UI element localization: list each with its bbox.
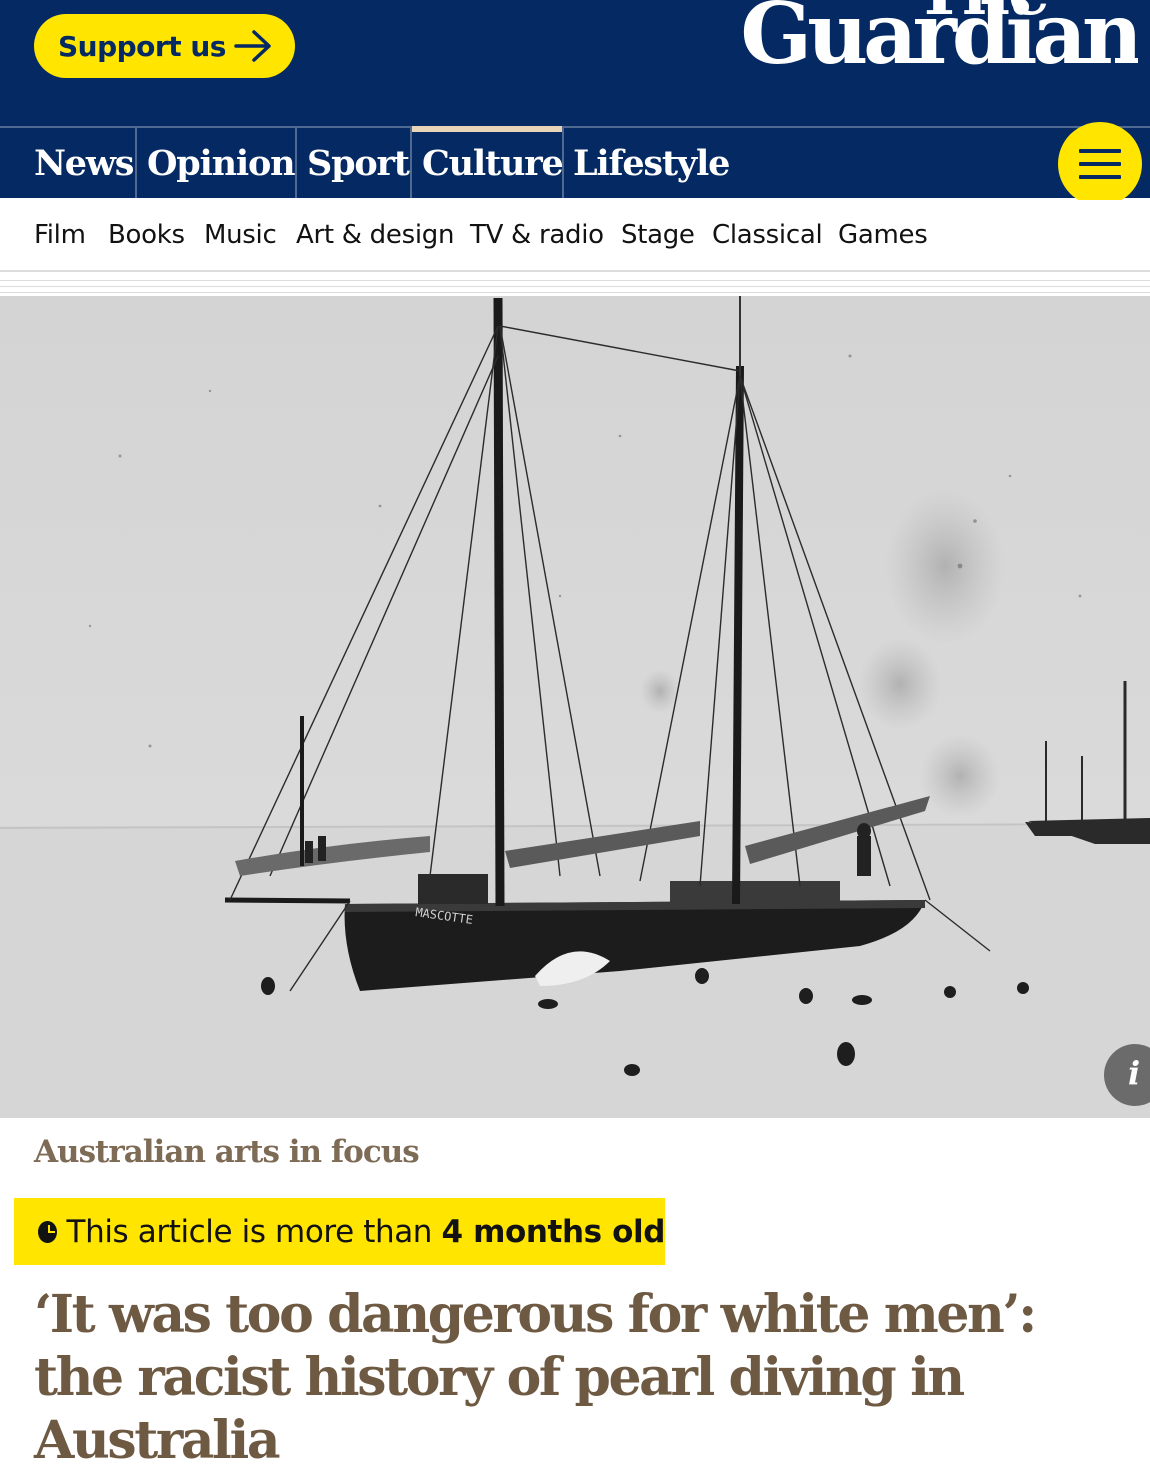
pillar-divider xyxy=(295,128,297,198)
series-kicker[interactable]: Australian arts in focus xyxy=(34,1134,420,1170)
subnav-stage[interactable]: Stage xyxy=(621,220,695,250)
support-us-label: Support us xyxy=(58,29,226,63)
pillar-news[interactable]: News xyxy=(34,128,135,198)
support-us-button[interactable]: Support us xyxy=(34,14,295,78)
pillar-lifestyle[interactable]: Lifestyle xyxy=(573,128,730,198)
guardian-logo[interactable]: The Guardian xyxy=(718,0,1138,80)
culture-subnav: Film Books Music Art & design TV & radio… xyxy=(0,200,1150,272)
subnav-tv-radio[interactable]: TV & radio xyxy=(470,220,604,250)
pearling-lugger-photo: MASCOTTE xyxy=(0,296,1150,1118)
pillar-divider xyxy=(135,128,137,198)
masthead: Support us The Guardian xyxy=(0,0,1150,128)
pillar-divider xyxy=(410,128,412,198)
subnav-film[interactable]: Film xyxy=(34,220,86,250)
pillar-culture[interactable]: Culture xyxy=(422,128,564,198)
clock-icon xyxy=(38,1220,57,1243)
arrow-right-icon xyxy=(234,30,271,62)
pillar-opinion[interactable]: Opinion xyxy=(147,128,296,198)
age-warning-text: This article is more than 4 months old xyxy=(66,1213,666,1250)
section-rules xyxy=(0,274,1150,296)
article-headline: ‘It was too dangerous for white men’: th… xyxy=(34,1284,1037,1471)
article-age-warning: This article is more than 4 months old xyxy=(14,1198,665,1265)
subnav-books[interactable]: Books xyxy=(108,220,185,250)
pillar-divider xyxy=(562,128,564,198)
subnav-games[interactable]: Games xyxy=(838,220,928,250)
hamburger-menu-icon[interactable] xyxy=(1058,122,1142,206)
subnav-music[interactable]: Music xyxy=(204,220,277,250)
pillar-nav: News Opinion Sport Culture Lifestyle xyxy=(0,122,1150,206)
subnav-art-design[interactable]: Art & design xyxy=(296,220,454,250)
hero-image[interactable]: MASCOTTE xyxy=(0,296,1150,1118)
logo-guardian: Guardian xyxy=(740,0,1138,80)
subnav-classical[interactable]: Classical xyxy=(712,220,823,250)
pillar-sport[interactable]: Sport xyxy=(307,128,410,198)
